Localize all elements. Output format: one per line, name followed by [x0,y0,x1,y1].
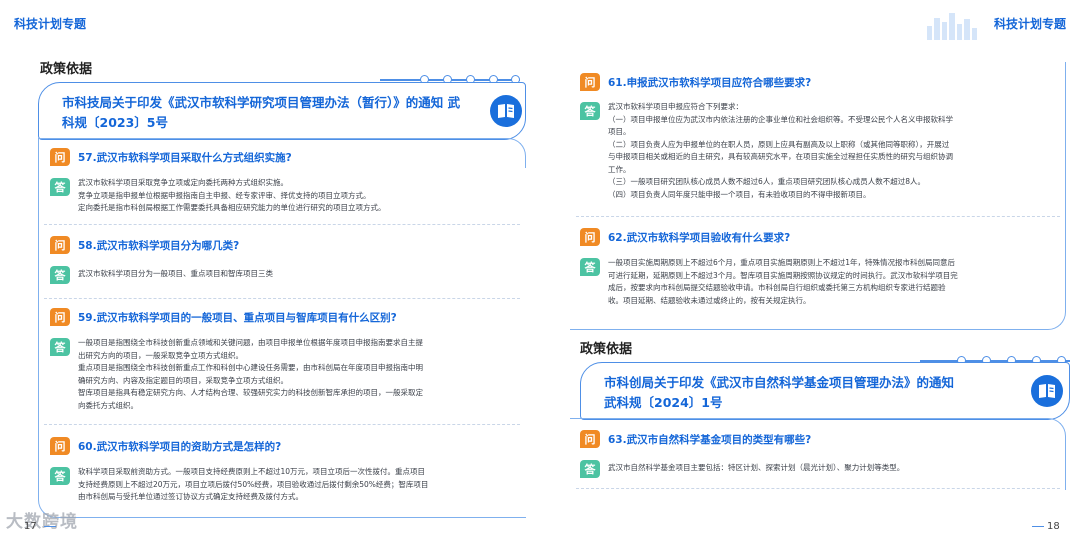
separator [44,224,520,225]
qa-panel-right-bottom [570,418,1066,490]
book-icon [1031,375,1063,407]
answer-badge: 答 [50,338,70,356]
separator [44,424,520,425]
watermark: 大数跨境 [6,512,78,532]
question-63: 63.武汉市自然科学基金项目的类型有哪些? [608,434,812,446]
answer-63: 武汉市自然科学基金项目主要包括：特区计划、探索计划（晨光计划）、聚力计划等类型。 [608,463,905,472]
section-label-left: 政策依据 [40,62,93,77]
header-title-right: 科技计划专题 [993,17,1066,31]
page-number-left: 17 [24,521,37,532]
question-62: 62.武汉市软科学项目验收有什么要求? [608,232,791,244]
answer-badge: 答 [50,266,70,284]
page-number-rule [44,526,56,527]
header-title-left: 科技计划专题 [14,17,87,31]
answer-badge: 答 [580,102,600,120]
answer-59: 一般项目是指围绕全市科技创新重点领域和关键问题，由项目申报单位根据年度项目申报指… [78,338,423,410]
answer-61: 武汉市软科学项目申报应符合下列要求： （一）项目申报单位应为武汉市内依法注册的企事… [608,102,953,199]
separator [44,298,520,299]
answer-badge: 答 [50,467,70,485]
question-61: 61.申报武汉市软科学项目应符合哪些要求? [608,77,812,89]
question-badge: 问 [580,73,600,91]
page-number-right: 18 [1047,521,1060,532]
skyline-decoration [927,13,977,40]
question-60: 60.武汉市软科学项目的资助方式是怎样的? [78,441,282,453]
separator [576,216,1060,217]
answer-60: 软科学项目采取前资助方式。一般项目支持经费原则上不超过10万元，项目立项后一次性… [78,467,429,501]
question-badge: 问 [50,236,70,254]
answer-badge: 答 [580,460,600,478]
policy-title-left: 市科技局关于印发《武汉市软科学研究项目管理办法（暂行）》的通知 武科规〔2023… [62,95,461,130]
question-badge: 问 [50,148,70,166]
question-badge: 问 [580,430,600,448]
question-badge: 问 [50,437,70,455]
section-label-right: 政策依据 [580,342,633,357]
question-59: 59.武汉市软科学项目的一般项目、重点项目与智库项目有什么区别? [78,312,397,324]
answer-badge: 答 [50,178,70,196]
question-57: 57.武汉市软科学项目采取什么方式组织实施? [78,152,292,164]
answer-57: 武汉市软科学项目采取竞争立项或定向委托两种方式组织实施。 竞争立项是指申报单位根据… [78,178,386,212]
question-badge: 问 [580,228,600,246]
page-number-rule [1032,526,1044,527]
question-badge: 问 [50,308,70,326]
separator [576,488,1060,489]
question-58: 58.武汉市软科学项目分为哪几类? [78,240,240,252]
book-icon [490,95,522,127]
policy-title-right: 市科创局关于印发《武汉市自然科学基金项目管理办法》的通知 武科规〔2024〕1号 [604,375,955,410]
answer-58: 武汉市软科学项目分为一般项目、重点项目和智库项目三类 [78,269,273,278]
answer-62: 一般项目实施周期原则上不超过6个月，重点项目实施周期原则上不超过1年，特殊情况报… [608,258,958,305]
answer-badge: 答 [580,258,600,276]
